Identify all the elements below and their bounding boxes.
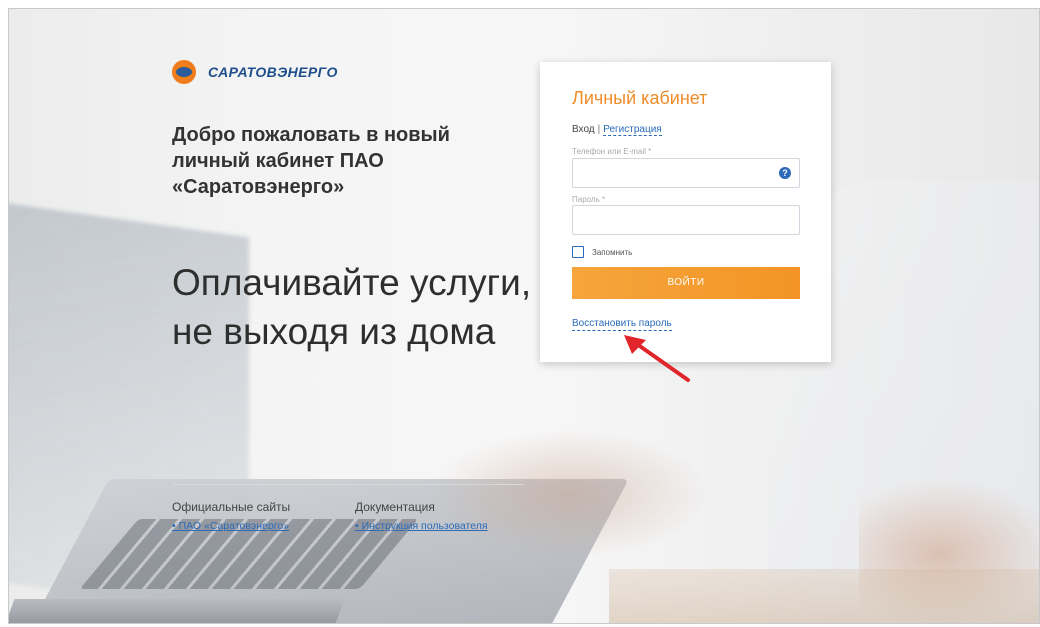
background-laptop-edge [9, 599, 345, 623]
login-card: Личный кабинет Вход | Регистрация Телефон … [540, 62, 831, 362]
footer-sites-link[interactable]: • ПАО «Саратовэнерго» [172, 520, 289, 532]
remember-me[interactable]: Запомнить [572, 246, 632, 258]
password-label: Пароль * [572, 195, 606, 204]
phone-email-label: Телефон или E-mail * [572, 147, 652, 156]
footer-documentation: Документация • Инструкция пользователя [355, 500, 488, 532]
tab-register[interactable]: Регистрация [603, 124, 662, 136]
welcome-heading: Добро пожаловать в новый личный кабинет … [172, 124, 450, 198]
brand-logo-icon [172, 60, 196, 84]
remember-checkbox[interactable] [572, 246, 584, 258]
footer-sites-title: Официальные сайты [172, 500, 291, 514]
background-hand-left [429, 429, 709, 559]
arrow-icon [624, 335, 690, 382]
slogan-heading: Оплачивайте услуги, не выходя из дома [172, 262, 532, 352]
login-button[interactable]: ВОЙТИ [572, 267, 800, 299]
tab-login[interactable]: Вход [572, 124, 595, 135]
background-table [609, 569, 1039, 623]
help-icon[interactable]: ? [779, 167, 791, 179]
footer-docs-title: Документация [355, 500, 435, 514]
phone-email-field[interactable]: ? [572, 158, 800, 188]
password-field[interactable] [572, 205, 800, 235]
tab-separator: | [597, 124, 601, 135]
login-tabs: Вход | Регистрация [572, 124, 662, 136]
footer-divider [172, 484, 524, 485]
restore-password-link[interactable]: Восстановить пароль [572, 317, 672, 331]
login-card-title: Личный кабинет [572, 88, 708, 108]
footer-docs-link[interactable]: • Инструкция пользователя [355, 520, 488, 532]
brand-logo[interactable]: САРАТОВЭНЕРГО [172, 60, 338, 84]
brand-logo-text: САРАТОВЭНЕРГО [208, 64, 338, 80]
remember-label: Запомнить [592, 247, 633, 257]
footer-official-sites: Официальные сайты • ПАО «Саратовэнерго» [172, 500, 290, 532]
